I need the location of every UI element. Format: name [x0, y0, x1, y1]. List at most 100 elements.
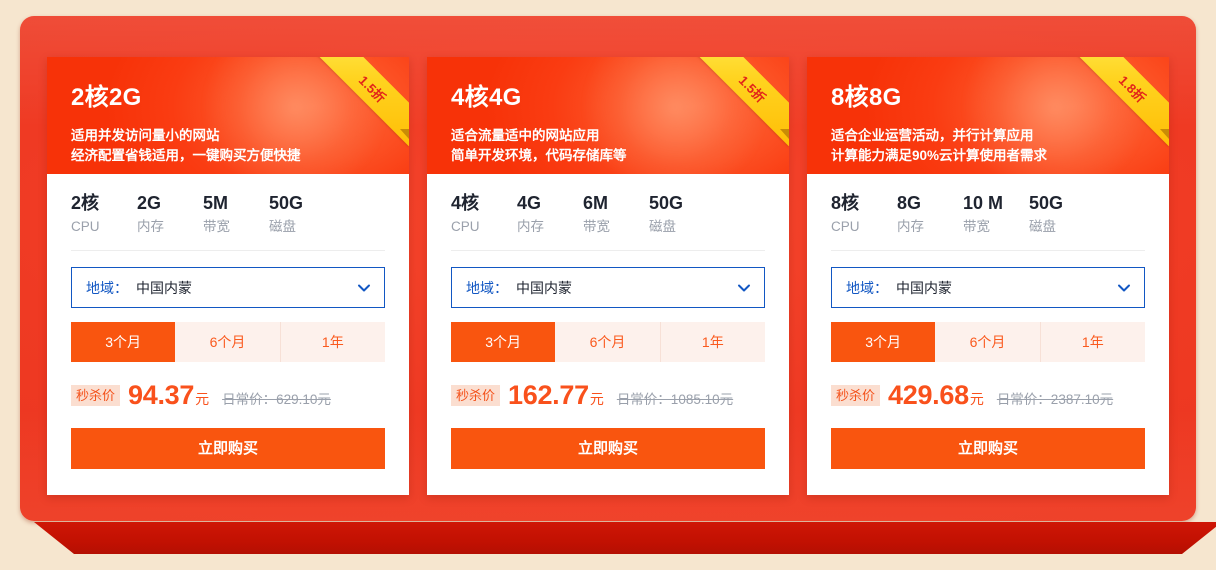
- chevron-down-icon[interactable]: [356, 280, 372, 296]
- original-price: 日常价：2387.10元: [996, 392, 1114, 407]
- plan-card-1[interactable]: 2核2G 适用并发访问量小的网站 经济配置省钱适用，一键购买方便快捷 1.5折 2…: [47, 57, 409, 495]
- region-label: 地域：: [846, 279, 888, 296]
- plan-card-3[interactable]: 8核8G 适合企业运营活动，并行计算应用 计算能力满足90%云计算使用者需求 1.…: [807, 57, 1169, 495]
- spec-label: 内存: [897, 219, 924, 234]
- spec-label: CPU: [451, 219, 480, 234]
- spec-row: 8核 CPU 8G 内存 10 M 带宽 50G 磁盘: [807, 174, 1169, 250]
- plan-description-line: 适合流量适中的网站应用: [451, 128, 600, 143]
- region-label: 地域：: [86, 279, 128, 296]
- original-price: 日常价：629.10元: [222, 392, 331, 407]
- spec-value: 10 M: [963, 193, 1004, 213]
- spec-cell: 50G 磁盘: [269, 190, 335, 238]
- card-footer-spacer: [807, 469, 1169, 495]
- banner-ribbon-fold: [34, 522, 1216, 564]
- plan-description-line: 适用并发访问量小的网站: [71, 128, 220, 143]
- sale-price-value: 429.68: [888, 380, 969, 410]
- spec-divider: [831, 250, 1145, 251]
- duration-tab[interactable]: 6个月: [935, 322, 1041, 362]
- spec-cell: 4核 CPU: [451, 190, 517, 238]
- sale-price-value: 162.77: [508, 380, 589, 410]
- spec-value: 2核: [71, 193, 100, 213]
- sale-price-unit: 元: [969, 391, 984, 407]
- price-row: 秒杀价 162.77 元 日常价：1085.10元: [451, 380, 765, 411]
- spec-label: 带宽: [203, 219, 230, 234]
- region-value: 中国内蒙: [516, 279, 572, 296]
- spec-value: 8G: [897, 193, 922, 213]
- spec-value: 50G: [1029, 193, 1064, 213]
- chevron-down-icon[interactable]: [736, 280, 752, 296]
- spec-label: 磁盘: [1029, 219, 1056, 234]
- plan-description-line: 适合企业运营活动，并行计算应用: [831, 128, 1034, 143]
- spec-value: 4核: [451, 193, 480, 213]
- duration-tabs: 3个月 6个月 1年: [71, 322, 385, 362]
- original-price: 日常价：1085.10元: [616, 392, 734, 407]
- plan-description-line: 经济配置省钱适用，一键购买方便快捷: [71, 148, 301, 163]
- duration-tab[interactable]: 6个月: [555, 322, 661, 362]
- chevron-down-icon[interactable]: [1116, 280, 1132, 296]
- spec-value: 8核: [831, 193, 860, 213]
- duration-tab[interactable]: 3个月: [71, 322, 176, 362]
- sale-price-value: 94.37: [128, 380, 195, 410]
- spec-label: 带宽: [583, 219, 610, 234]
- spec-cell: 2核 CPU: [71, 190, 137, 238]
- plan-card-2[interactable]: 4核4G 适合流量适中的网站应用 简单开发环境，代码存储库等 1.5折 4核 CPU…: [427, 57, 789, 495]
- spec-label: 内存: [517, 219, 544, 234]
- sale-price-unit: 元: [589, 391, 604, 407]
- buy-now-button[interactable]: 立即购买: [831, 428, 1145, 469]
- region-select[interactable]: 地域： 中国内蒙: [451, 267, 765, 308]
- spec-label: 磁盘: [649, 219, 676, 234]
- duration-tab[interactable]: 3个月: [831, 322, 936, 362]
- price-row: 秒杀价 94.37 元 日常价：629.10元: [71, 380, 385, 411]
- spec-value: 5M: [203, 193, 229, 213]
- spec-cell: 4G 内存: [517, 190, 583, 238]
- region-select[interactable]: 地域： 中国内蒙: [71, 267, 385, 308]
- spec-label: 磁盘: [269, 219, 296, 234]
- spec-cell: 6M 带宽: [583, 190, 649, 238]
- spec-cell: 50G 磁盘: [649, 190, 715, 238]
- plan-description: 适用并发访问量小的网站经济配置省钱适用，一键购买方便快捷: [47, 112, 409, 166]
- sale-price-badge: 秒杀价: [71, 385, 121, 406]
- card-footer-spacer: [47, 469, 409, 495]
- region-value: 中国内蒙: [896, 279, 952, 296]
- spec-divider: [71, 250, 385, 251]
- plan-description-line: 计算能力满足90%云计算使用者需求: [831, 148, 1048, 163]
- banner-ribbon-band: [34, 522, 1216, 554]
- region-value: 中国内蒙: [136, 279, 192, 296]
- plan-card-header: 4核4G 适合流量适中的网站应用 简单开发环境，代码存储库等 1.5折: [427, 57, 789, 174]
- spec-cell: 50G 磁盘: [1029, 190, 1095, 238]
- spec-value: 6M: [583, 193, 609, 213]
- plan-card-header: 8核8G 适合企业运营活动，并行计算应用 计算能力满足90%云计算使用者需求 1.…: [807, 57, 1169, 174]
- duration-tab[interactable]: 1年: [660, 322, 765, 362]
- plan-card-row: 2核2G 适用并发访问量小的网站 经济配置省钱适用，一键购买方便快捷 1.5折 2…: [47, 57, 1169, 495]
- spec-value: 4G: [517, 193, 542, 213]
- spec-cell: 8G 内存: [897, 190, 963, 238]
- buy-now-button[interactable]: 立即购买: [451, 428, 765, 469]
- duration-tabs: 3个月 6个月 1年: [451, 322, 765, 362]
- plan-title: 2核2G: [71, 84, 142, 111]
- card-footer-spacer: [427, 469, 789, 495]
- spec-row: 2核 CPU 2G 内存 5M 带宽 50G 磁盘: [47, 174, 409, 250]
- sale-price-badge: 秒杀价: [831, 385, 881, 406]
- duration-tab[interactable]: 1年: [280, 322, 385, 362]
- spec-value: 2G: [137, 193, 162, 213]
- region-label: 地域：: [466, 279, 508, 296]
- duration-tab[interactable]: 3个月: [451, 322, 556, 362]
- sale-price-badge: 秒杀价: [451, 385, 501, 406]
- plan-card-header: 2核2G 适用并发访问量小的网站 经济配置省钱适用，一键购买方便快捷 1.5折: [47, 57, 409, 174]
- spec-cell: 10 M 带宽: [963, 190, 1029, 238]
- duration-tab[interactable]: 1年: [1040, 322, 1145, 362]
- spec-value: 50G: [649, 193, 684, 213]
- spec-divider: [451, 250, 765, 251]
- promo-stage: 2核2G 适用并发访问量小的网站 经济配置省钱适用，一键购买方便快捷 1.5折 2…: [20, 16, 1216, 554]
- plan-title: 4核4G: [451, 84, 522, 111]
- plan-description-line: 简单开发环境，代码存储库等: [451, 148, 627, 163]
- sale-price-unit: 元: [195, 391, 210, 407]
- spec-row: 4核 CPU 4G 内存 6M 带宽 50G 磁盘: [427, 174, 789, 250]
- region-select[interactable]: 地域： 中国内蒙: [831, 267, 1145, 308]
- buy-now-button[interactable]: 立即购买: [71, 428, 385, 469]
- duration-tab[interactable]: 6个月: [175, 322, 281, 362]
- spec-cell: 5M 带宽: [203, 190, 269, 238]
- duration-tabs: 3个月 6个月 1年: [831, 322, 1145, 362]
- spec-label: CPU: [71, 219, 100, 234]
- spec-label: 带宽: [963, 219, 990, 234]
